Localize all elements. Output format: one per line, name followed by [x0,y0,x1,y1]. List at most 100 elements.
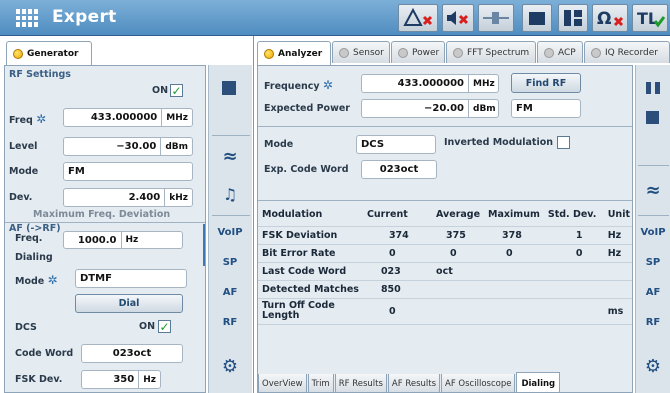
sp-button[interactable]: SP [217,249,243,275]
scroll-indicator[interactable] [203,224,205,266]
table-cell [544,298,604,324]
find-rf-button[interactable]: Find RF [511,73,581,93]
tab-af-results[interactable]: AF Results [387,374,441,392]
fsk-dev-field[interactable]: 350 Hz [81,370,161,389]
voip-button[interactable]: VoIP [217,219,243,245]
tab-fft-spectrum[interactable]: FFT Spectrum [446,41,536,63]
dcs-toggle[interactable]: ON ✓ [139,320,172,333]
music-note-icon[interactable]: ♫ [217,181,243,207]
table-cell [484,280,544,298]
dcs-label: DCS [15,322,37,333]
led-icon [453,47,463,58]
dial-mode-dropdown[interactable]: DTMF [75,269,187,288]
analyzer-frequency-field[interactable]: 433.000000 MHz [361,74,499,93]
rf-on-checkbox[interactable]: ✓ [170,84,184,97]
sp-button[interactable]: SP [640,249,666,275]
table-row: Detected Matches 850 [258,280,632,298]
expected-power-label: Expected Power [264,103,350,114]
folder-icon[interactable] [522,4,552,32]
af-button[interactable]: AF [640,279,666,305]
app-title: Expert [52,7,117,27]
inverted-modulation-checkbox[interactable] [557,136,571,149]
tab-generator[interactable]: Generator [6,41,92,65]
demod-dropdown[interactable]: FM [511,99,581,118]
voip-button[interactable]: VoIP [640,219,666,245]
tab-dialing[interactable]: Dialing [516,372,561,392]
af-freq-field[interactable]: 1000.0 Hz [63,231,183,249]
delta-marker-off-icon[interactable] [398,4,438,32]
slider-icon[interactable] [478,4,514,32]
layout-icon[interactable] [558,4,588,32]
generator-settings: RF Settings ON ✓ Freq ✲ 433.000000 MHz Le… [4,65,206,393]
table-cell: 850 [380,283,401,295]
af-freq-label: Freq. [15,233,43,244]
rf-button[interactable]: RF [217,309,243,335]
svg-text:Ω: Ω [597,9,611,29]
table-cell [544,262,604,280]
table-cell [604,262,632,280]
freq-field[interactable]: 433.000000 MHz [63,108,193,127]
tl-on-icon[interactable]: TL [632,4,668,32]
table-cell: 0 [506,247,513,259]
led-icon [398,47,408,58]
tab-power[interactable]: Power [391,41,445,63]
tab-trim[interactable]: Trim [307,374,334,392]
analyzer-tabs: Analyzer Sensor Power FFT Spectrum ACP I… [257,41,670,65]
table-cell: Hz [607,229,622,241]
code-word-field[interactable]: 023oct [81,344,183,363]
tab-overview[interactable]: OverView [258,374,307,392]
settings-gears-icon[interactable]: ⚙ [640,353,666,379]
exp-code-word-label: Exp. Code Word [264,164,349,175]
inverted-modulation-toggle[interactable]: Inverted Modulation [444,136,571,149]
header-average: Average [436,209,481,221]
rf-on-toggle[interactable]: ON ✓ [152,84,184,97]
generator-led-icon [13,48,23,59]
level-field[interactable]: −30.00 dBm [63,137,193,156]
wave-filter-on-icon[interactable]: ≈ [640,177,666,203]
freq-label: Freq ✲ [9,112,47,126]
mode-dropdown[interactable]: FM [63,162,193,181]
gear-icon[interactable]: ✲ [36,112,46,126]
analyzer-side-toolbar: ≈ VoIP SP AF RF ⚙ [635,65,670,393]
divider [638,215,669,216]
dev-field[interactable]: 2.400 kHz [63,188,193,207]
table-row: Last Code Word 023 oct [258,262,632,280]
table-cell: oct [436,265,453,277]
tab-iq-recorder[interactable]: IQ Recorder [584,41,670,63]
table-cell: Hz [607,247,622,259]
dcs-checkbox[interactable]: ✓ [158,320,172,333]
exp-code-word-field[interactable]: 023oct [361,160,437,179]
svg-text:TL: TL [637,9,658,28]
mute-off-icon[interactable] [442,4,474,32]
tab-rf-results[interactable]: RF Results [334,374,387,392]
tab-acp[interactable]: ACP [537,41,583,63]
header-current: Current [366,209,408,221]
ohm-off-icon[interactable]: Ω [592,4,628,32]
pause-icon[interactable] [646,82,660,94]
analyzer-mode-dropdown[interactable]: DCS [356,135,436,154]
dev-label: Dev. [9,192,33,203]
expected-power-field[interactable]: −20.00 dBm [361,99,499,118]
dial-button[interactable]: Dial [75,294,183,313]
divider [212,215,250,216]
table-cell [484,262,544,280]
gear-icon[interactable]: ✲ [323,78,333,92]
table-cell: Bit Error Rate [262,247,336,259]
wave-filter-icon[interactable]: ≈ [217,143,243,169]
table-cell: Turn Off Code Length [262,300,335,321]
tab-analyzer[interactable]: Analyzer [257,41,331,65]
settings-gears-icon[interactable]: ⚙ [217,353,243,379]
tab-sensor[interactable]: Sensor [332,41,390,63]
mode-label: Mode [9,166,39,177]
stop-icon[interactable] [222,81,236,95]
table-cell: 0 [450,247,457,259]
gear-icon[interactable]: ✲ [48,273,58,287]
app-menu-icon[interactable] [16,9,38,27]
tab-af-oscilloscope[interactable]: AF Oscilloscope [441,374,516,392]
table-cell: 023 [380,265,401,277]
stop-icon[interactable] [646,111,659,124]
dial-mode-label: Mode ✲ [15,273,58,287]
af-button[interactable]: AF [217,279,243,305]
table-cell: 0 [388,247,396,259]
rf-button[interactable]: RF [640,309,666,335]
